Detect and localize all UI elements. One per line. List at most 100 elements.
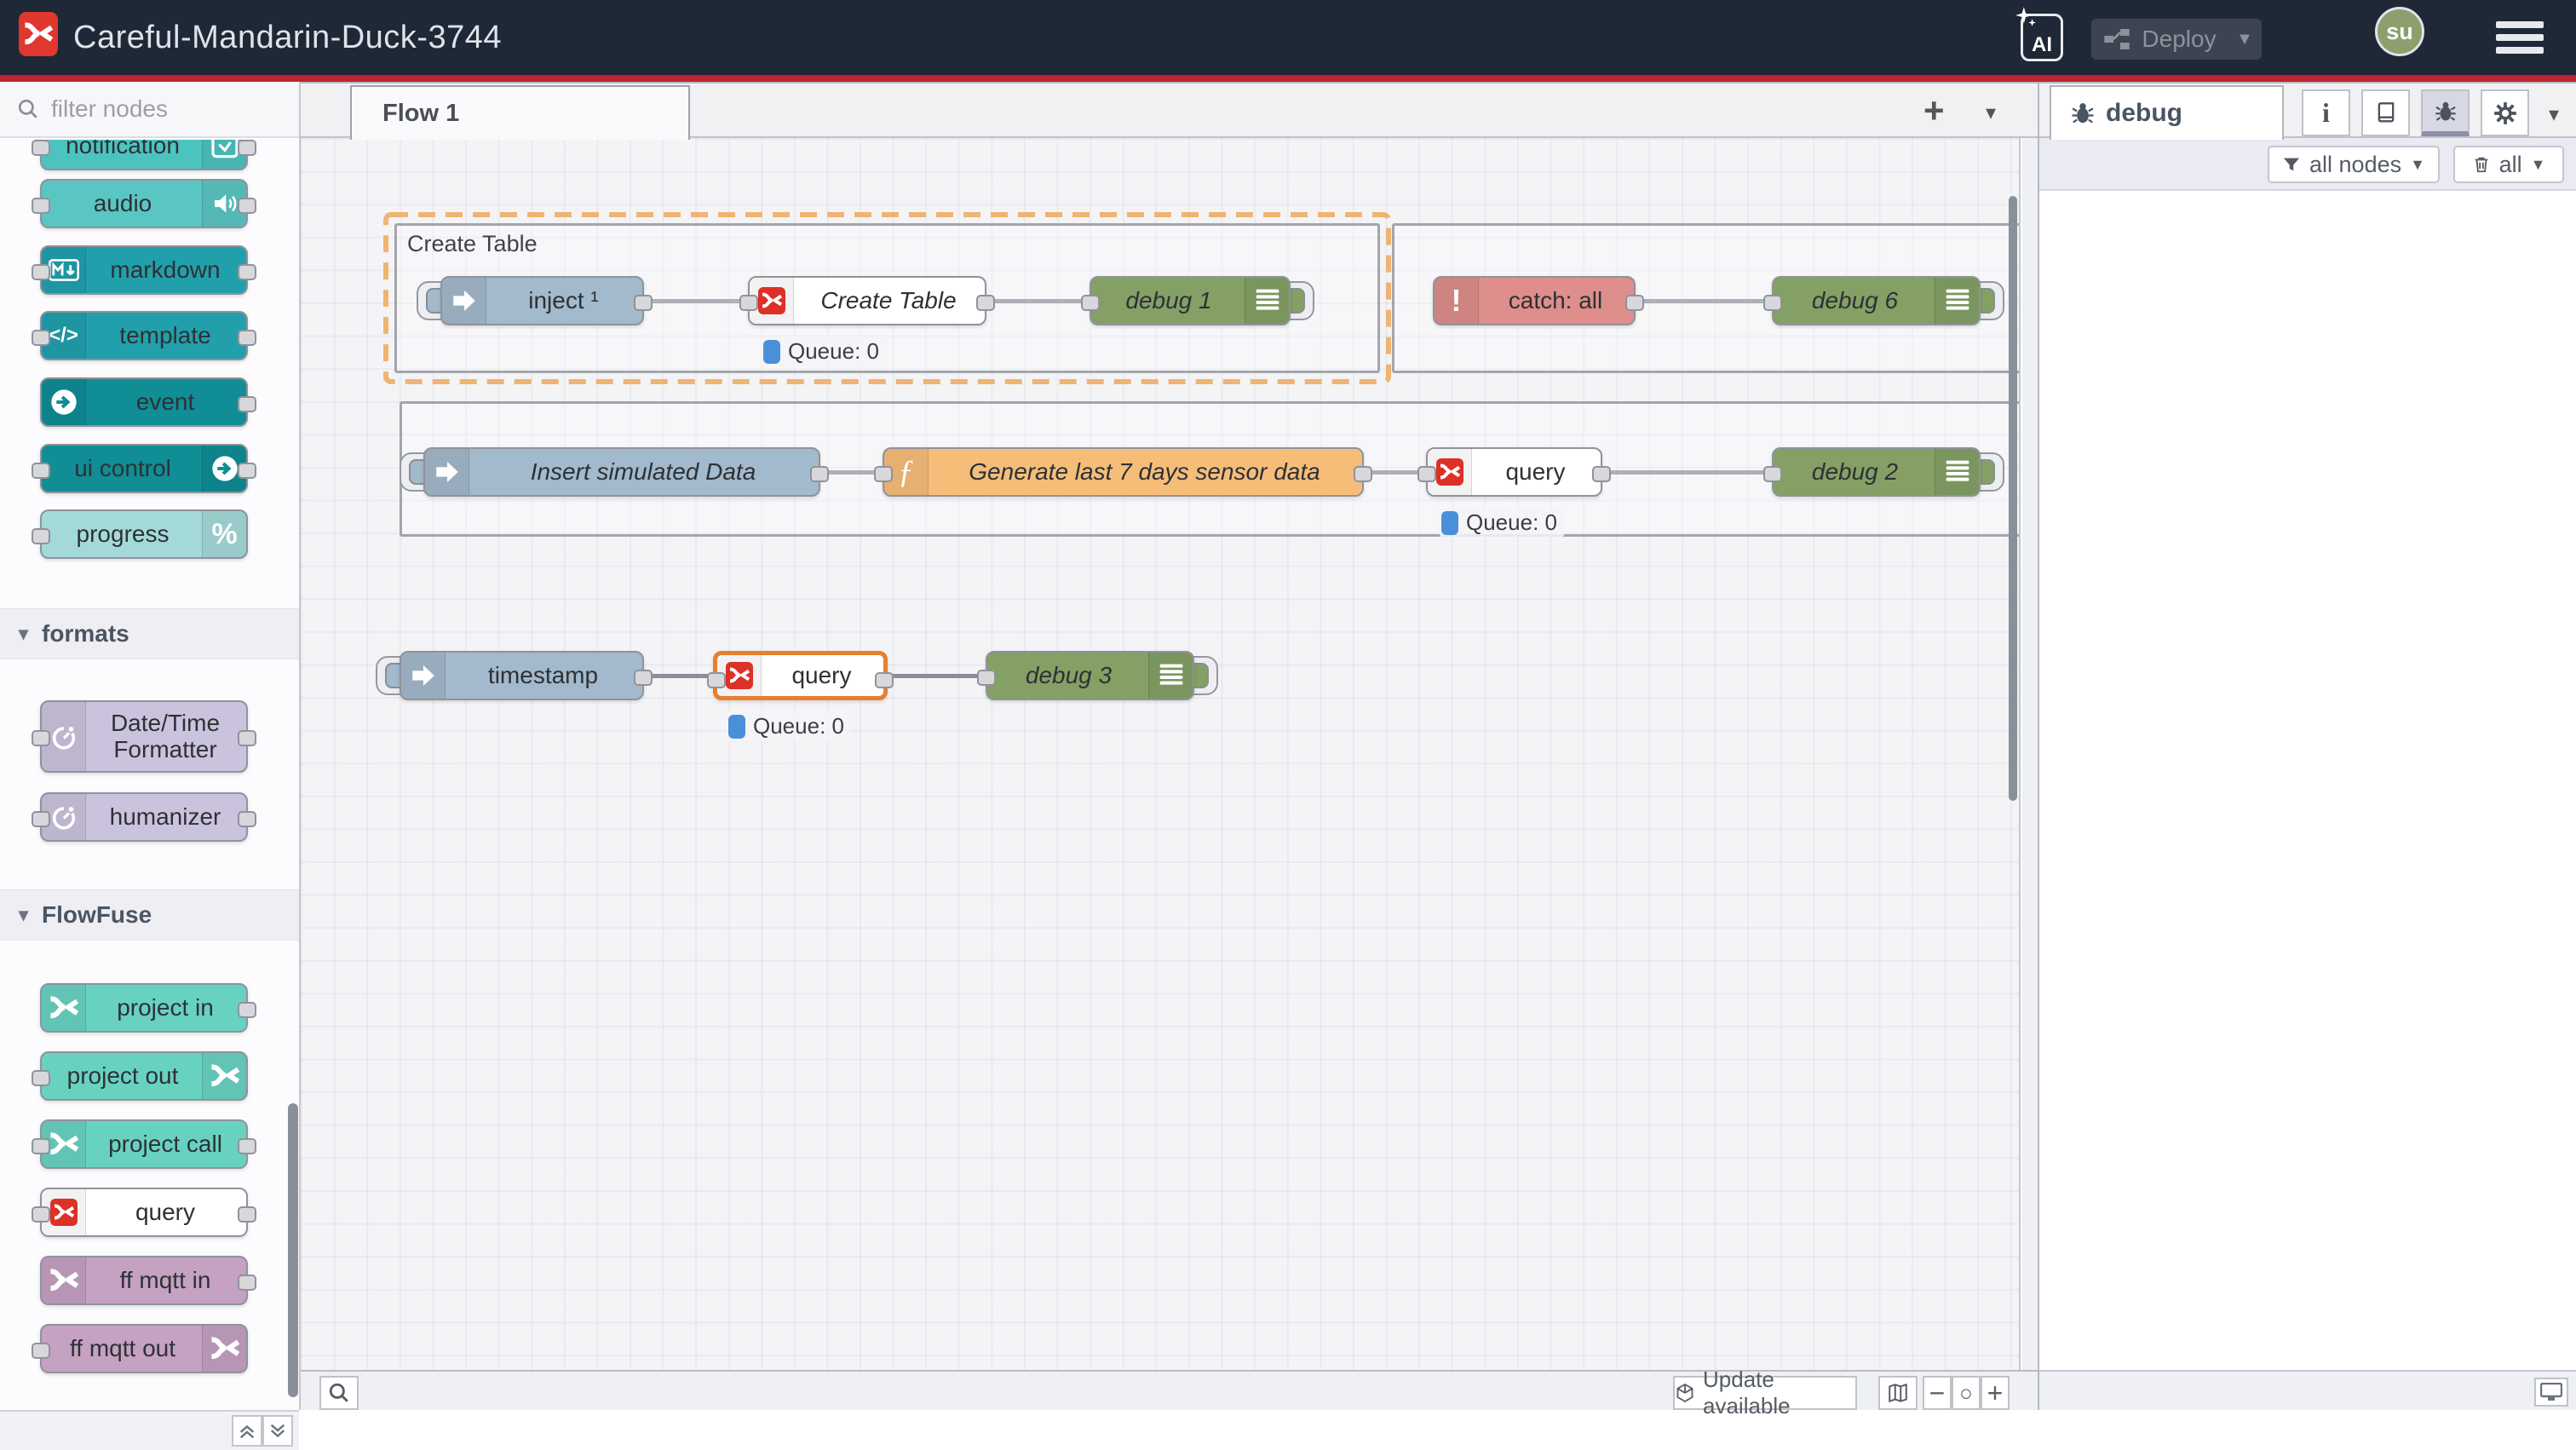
input-port[interactable] [32,1343,50,1359]
deploy-caret-icon[interactable]: ▼ [2228,30,2262,49]
input-port[interactable] [32,330,50,346]
debug-clear-button[interactable]: all ▼ [2453,146,2564,183]
open-in-window-button[interactable] [2534,1378,2568,1407]
input-port[interactable] [32,463,50,479]
output-port[interactable] [238,1002,256,1018]
output-port[interactable] [238,198,256,214]
palette-node-project-call[interactable]: project call [40,1119,248,1169]
zoom-reset-button[interactable]: ○ [1952,1376,1981,1410]
output-port[interactable] [238,1206,256,1223]
palette-node-humanizer[interactable]: humanizer [40,792,248,842]
palette-section-formats[interactable]: ▾formats [0,608,299,659]
flowfuse-logo[interactable] [19,12,58,56]
output-port[interactable] [976,295,995,311]
minimap-button[interactable] [1878,1376,1918,1410]
zoom-in-button[interactable]: + [1981,1376,2010,1410]
flow-canvas[interactable]: Create Tableinject ¹Create TableQueue: 0… [301,138,2021,1370]
tab-debug[interactable]: debug [2050,85,2284,140]
input-port[interactable] [739,295,758,311]
sidebar-info-button[interactable]: i [2302,89,2350,136]
wire[interactable] [644,674,713,678]
palette-scrollbar[interactable] [288,1103,298,1397]
palette-node-notification[interactable]: notification [40,140,248,170]
sidebar-config-button[interactable] [2481,89,2529,136]
output-port[interactable] [238,1138,256,1154]
output-port[interactable] [238,730,256,746]
output-port[interactable] [1354,466,1372,482]
zoom-out-button[interactable]: − [1923,1376,1952,1410]
input-port[interactable] [32,1206,50,1223]
flow-node-generate-function[interactable]: ƒGenerate last 7 days sensor data [883,447,1364,497]
input-port[interactable] [1081,295,1100,311]
output-port[interactable] [634,295,653,311]
palette-node-ui-control[interactable]: ui control [40,444,248,493]
flow-node-create-table[interactable]: Create Table [748,276,986,325]
input-port[interactable] [707,672,726,688]
palette-node-markdown[interactable]: markdown [40,245,248,295]
output-port[interactable] [238,140,256,156]
output-port[interactable] [238,1275,256,1291]
palette-node-ff-mqtt-out[interactable]: ff mqtt out [40,1324,248,1373]
flow-node-insert-simulated-data[interactable]: Insert simulated Data [423,447,820,497]
output-port[interactable] [238,330,256,346]
output-port[interactable] [875,672,894,688]
ai-assistant-button[interactable]: AI [2021,14,2063,61]
flow-node-query-3[interactable]: query [713,651,888,700]
palette-node-datetime-formatter[interactable]: Date/TimeFormatter [40,700,248,773]
input-port[interactable] [32,811,50,827]
palette-node-project-out[interactable]: project out [40,1051,248,1101]
main-menu-button[interactable] [2496,21,2544,60]
flow-list-caret[interactable]: ▾ [1986,101,1996,125]
palette-node-event[interactable]: event [40,377,248,427]
palette-node-audio[interactable]: audio [40,179,248,228]
sidebar-help-button[interactable] [2361,89,2410,136]
input-port[interactable] [32,198,50,214]
flow-node-debug-1[interactable]: debug 1 [1090,276,1291,325]
palette-node-query[interactable]: query [40,1188,248,1237]
flow-node-timestamp[interactable]: timestamp [400,651,644,700]
input-port[interactable] [1763,295,1782,311]
input-port[interactable] [32,264,50,280]
canvas-vertical-scrollbar[interactable] [2009,196,2017,801]
flow-node-inject-1[interactable]: inject ¹ [440,276,644,325]
input-port[interactable] [1417,466,1436,482]
deploy-button[interactable]: Deploy ▼ [2091,19,2262,60]
output-port[interactable] [634,670,653,686]
output-port[interactable] [1592,466,1611,482]
input-port[interactable] [32,528,50,544]
input-port[interactable] [32,730,50,746]
palette-node-template[interactable]: </>template [40,311,248,360]
input-port[interactable] [32,1138,50,1154]
palette-search[interactable]: filter nodes [0,82,299,138]
input-port[interactable] [32,1070,50,1086]
palette-node-ff-mqtt-in[interactable]: ff mqtt in [40,1256,248,1305]
add-flow-button[interactable]: + [1923,90,1945,131]
input-port[interactable] [1763,466,1782,482]
flow-node-debug-2[interactable]: debug 2 [1772,447,1981,497]
palette-expand-all-button[interactable] [262,1415,293,1447]
wire[interactable] [888,674,986,678]
output-port[interactable] [1625,295,1644,311]
sidebar-caret[interactable]: ▾ [2549,102,2559,127]
palette-section-flowfuse[interactable]: ▾FlowFuse [0,889,299,941]
input-port[interactable] [977,670,996,686]
flow-node-catch-all[interactable]: !catch: all [1433,276,1636,325]
flow-node-debug-6[interactable]: debug 6 [1772,276,1981,325]
input-port[interactable] [32,140,50,156]
flow-node-debug-3[interactable]: debug 3 [986,651,1194,700]
palette-node-progress[interactable]: %progress [40,509,248,559]
output-port[interactable] [238,463,256,479]
output-port[interactable] [238,264,256,280]
input-port[interactable] [874,466,893,482]
output-port[interactable] [238,396,256,412]
flow-tab[interactable]: Flow 1 [350,85,690,140]
output-port[interactable] [810,466,829,482]
flow-node-query-2[interactable]: query [1426,447,1602,497]
output-port[interactable] [238,811,256,827]
debug-filter-button[interactable]: all nodes ▼ [2268,146,2440,183]
palette-collapse-all-button[interactable] [232,1415,262,1447]
sidebar-debug-button[interactable] [2421,89,2470,136]
update-available-button[interactable]: Update available [1673,1376,1857,1410]
palette-node-project-in[interactable]: project in [40,983,248,1033]
user-avatar[interactable]: su [2375,7,2424,56]
